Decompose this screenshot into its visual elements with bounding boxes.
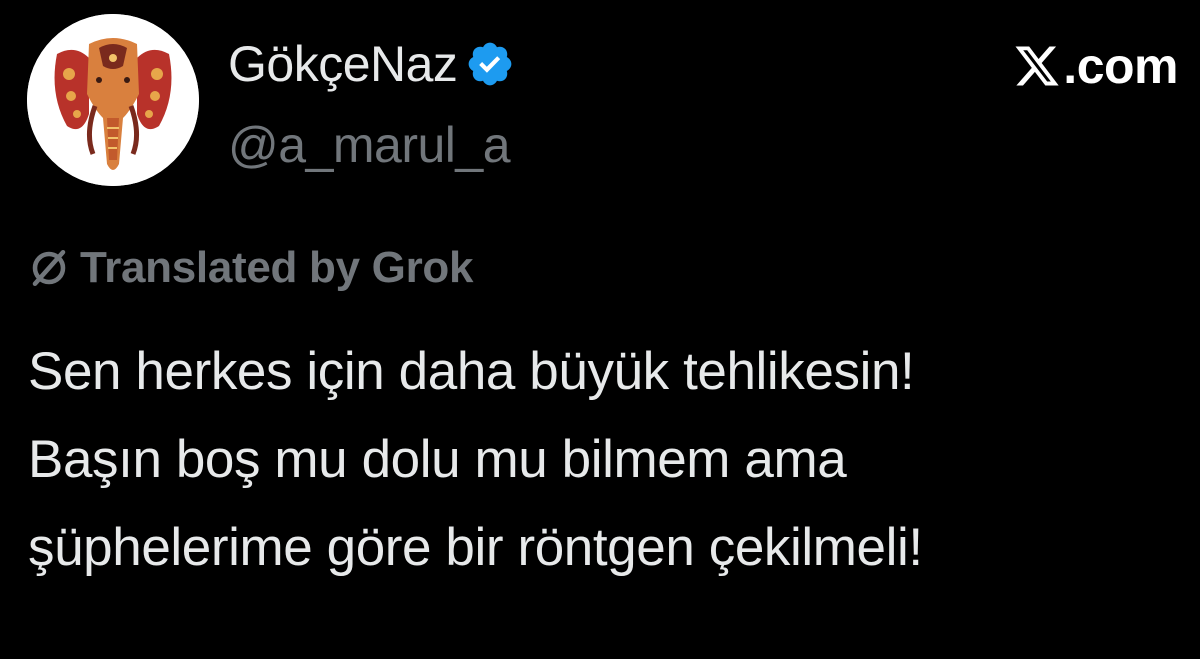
- author-name-row[interactable]: GökçeNaz: [228, 34, 515, 94]
- x-logo-icon: [1013, 42, 1061, 90]
- tweet-text: Sen herkes için daha büyük tehlikesin! B…: [28, 328, 1188, 592]
- avatar[interactable]: [27, 14, 199, 186]
- author-handle[interactable]: @a_marul_a: [228, 116, 511, 174]
- tweet-line: şüphelerime göre bir röntgen çekilmeli!: [28, 518, 923, 577]
- verified-badge-icon[interactable]: [465, 39, 515, 89]
- display-name[interactable]: GökçeNaz: [228, 35, 458, 93]
- brand-domain-text: .com: [1063, 38, 1178, 94]
- grok-icon: [28, 247, 70, 289]
- tweet-line: Başın boş mu dolu mu bilmem ama: [28, 430, 847, 489]
- translated-by-label: Translated by Grok: [80, 243, 474, 292]
- translation-indicator[interactable]: Translated by Grok: [28, 240, 473, 296]
- elephant-avatar-icon: [27, 14, 199, 186]
- tweet-line: Sen herkes için daha büyük tehlikesin!: [28, 342, 915, 401]
- x-brand-watermark: .com: [1013, 38, 1178, 94]
